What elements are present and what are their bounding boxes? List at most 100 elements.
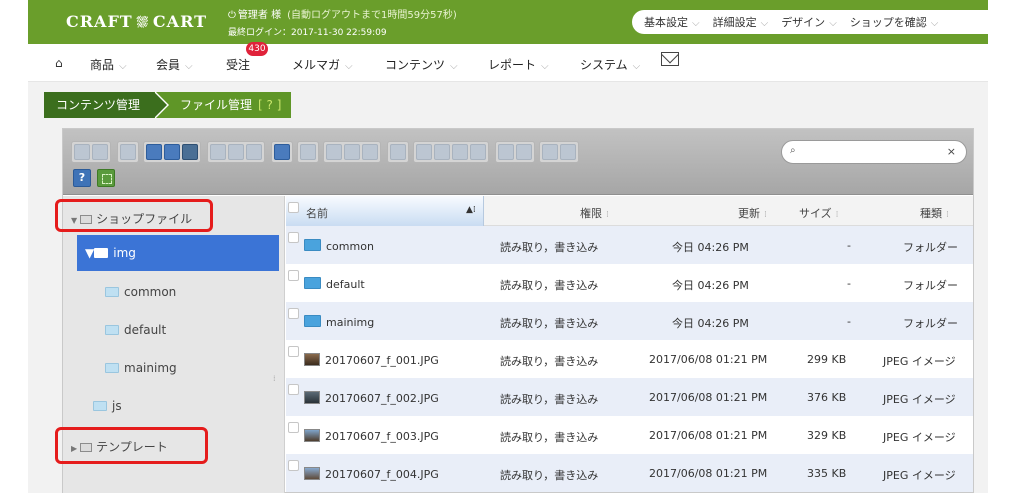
- cut-icon[interactable]: [344, 144, 360, 160]
- new-file-icon[interactable]: [164, 144, 180, 160]
- info-icon[interactable]: [274, 144, 290, 160]
- row-checkbox[interactable]: [288, 270, 299, 281]
- nav-mail-magazine[interactable]: メルマガ ⌵: [292, 56, 353, 73]
- admin-label[interactable]: 管理者 様: [238, 10, 281, 21]
- size-cell: -: [847, 315, 851, 328]
- row-checkbox[interactable]: [288, 346, 299, 357]
- menu-view-shop[interactable]: ショップを確認 ⌵: [850, 14, 939, 30]
- row-checkbox[interactable]: [288, 232, 299, 243]
- table-row[interactable]: 20170607_f_003.JPG 読み取り，書き込み 2017/06/08 …: [286, 416, 973, 454]
- table-row[interactable]: default 読み取り，書き込み 今日 04:26 PM - フォルダー: [286, 264, 973, 302]
- tree-label: js: [112, 399, 122, 413]
- tree-item-js[interactable]: js: [93, 399, 122, 413]
- toolbar-group-duplicate: [387, 141, 409, 163]
- open-icon[interactable]: [210, 144, 226, 160]
- breadcrumb-current-label: ファイル管理: [180, 98, 253, 112]
- help-icon[interactable]: ?: [73, 169, 91, 187]
- nav-products[interactable]: 商品 ⌵: [90, 56, 127, 73]
- power-icon[interactable]: ⏻: [228, 10, 236, 21]
- download-icon[interactable]: [228, 144, 244, 160]
- table-row[interactable]: 20170607_f_002.JPG 読み取り，書き込み 2017/06/08 …: [286, 378, 973, 416]
- table-row[interactable]: mainimg 読み取り，書き込み 今日 04:26 PM - フォルダー: [286, 302, 973, 340]
- breadcrumb-contents-management[interactable]: コンテンツ管理: [44, 91, 170, 119]
- back-icon[interactable]: [74, 144, 90, 160]
- copy-icon[interactable]: [326, 144, 342, 160]
- triangle-down-icon[interactable]: ▼: [85, 246, 94, 260]
- select-all-checkbox[interactable]: [288, 202, 299, 213]
- table-row[interactable]: 20170607_f_004.JPG 読み取り，書き込み 2017/06/08 …: [286, 454, 973, 492]
- updated-cell: 今日 04:26 PM: [672, 279, 749, 292]
- column-header-updated[interactable]: 更新 ⁞: [738, 205, 767, 221]
- updated-cell: 今日 04:26 PM: [672, 241, 749, 254]
- image-thumbnail-icon: [304, 353, 320, 366]
- nav-reports[interactable]: レポート ⌵: [488, 56, 549, 73]
- file-name-cell: 20170607_f_002.JPG: [304, 391, 439, 405]
- chevron-down-icon: ⌵: [119, 61, 127, 72]
- folder-icon: [105, 363, 119, 373]
- column-header-permission[interactable]: 権限 ⁞: [580, 205, 609, 221]
- tree-label: default: [124, 323, 167, 337]
- file-name-cell: common: [304, 239, 374, 253]
- resize-handle-icon[interactable]: ⁞: [273, 374, 276, 383]
- mail-icon[interactable]: [661, 52, 679, 66]
- home-icon[interactable]: ⌂: [55, 56, 63, 70]
- menu-basic-settings[interactable]: 基本設定 ⌵: [644, 14, 700, 30]
- toolbar-group-tools: [413, 141, 489, 163]
- sort-asc-icon[interactable]: ▲⁞: [466, 205, 476, 215]
- list-view-icon[interactable]: [560, 144, 576, 160]
- reload-icon[interactable]: [146, 144, 162, 160]
- search-icon: ⌕: [790, 145, 796, 156]
- compress-icon[interactable]: [516, 144, 532, 160]
- nav-system[interactable]: システム ⌵: [580, 56, 640, 73]
- archive-icon[interactable]: [470, 144, 486, 160]
- tree-item-common[interactable]: common: [105, 285, 176, 299]
- forward-icon[interactable]: [92, 144, 108, 160]
- chevron-down-icon: ⌵: [930, 18, 939, 29]
- rename-icon[interactable]: [416, 144, 432, 160]
- table-row[interactable]: common 読み取り，書き込み 今日 04:26 PM - フォルダー: [286, 226, 973, 264]
- column-header-size[interactable]: サイズ ⁞: [799, 205, 839, 221]
- edit-icon[interactable]: [434, 144, 450, 160]
- kind-cell: JPEG イメージ: [883, 393, 956, 406]
- folder-icon: [94, 248, 109, 258]
- highlight-template: [55, 427, 208, 464]
- breadcrumb: コンテンツ管理 ファイル管理 [ ? ]: [44, 91, 292, 119]
- tree-item-mainimg[interactable]: mainimg: [105, 361, 177, 375]
- kind-cell: フォルダー: [903, 279, 958, 292]
- fullscreen-icon[interactable]: [97, 169, 115, 187]
- tree-item-img[interactable]: ▼ img: [77, 235, 279, 271]
- nav-members[interactable]: 会員 ⌵: [156, 56, 193, 73]
- column-header-kind[interactable]: 種類 ⁞: [920, 205, 949, 221]
- row-checkbox[interactable]: [288, 422, 299, 433]
- craft-cart-logo[interactable]: CRAFT ⛆ CART: [66, 12, 207, 31]
- close-icon[interactable]: ×: [947, 145, 956, 158]
- row-checkbox[interactable]: [288, 460, 299, 471]
- quicklook-icon[interactable]: [300, 144, 316, 160]
- image-thumbnail-icon: [304, 467, 320, 480]
- menu-design[interactable]: デザイン ⌵: [781, 14, 837, 30]
- auto-logout-timer: (自動ログアウトまで1時間59分57秒): [287, 10, 457, 21]
- updated-cell: 2017/06/08 01:21 PM: [649, 353, 768, 366]
- size-cell: 376 KB: [807, 391, 847, 404]
- get-info-icon[interactable]: [246, 144, 262, 160]
- duplicate-icon[interactable]: [390, 144, 406, 160]
- toolbar-row-2: ?: [73, 169, 115, 187]
- row-checkbox[interactable]: [288, 308, 299, 319]
- chevron-down-icon: ⌵: [829, 18, 837, 29]
- paste-icon[interactable]: [362, 144, 378, 160]
- updated-cell: 今日 04:26 PM: [672, 317, 749, 330]
- save-icon[interactable]: [182, 144, 198, 160]
- breadcrumb-help-link[interactable]: [ ? ]: [258, 98, 281, 112]
- nav-contents[interactable]: コンテンツ ⌵: [385, 56, 458, 73]
- menu-detail-settings[interactable]: 詳細設定 ⌵: [713, 14, 769, 30]
- table-row[interactable]: 20170607_f_001.JPG 読み取り，書き込み 2017/06/08 …: [286, 340, 973, 378]
- row-checkbox[interactable]: [288, 384, 299, 395]
- extract-icon[interactable]: [498, 144, 514, 160]
- search-input[interactable]: ⌕ ×: [781, 140, 967, 164]
- column-header-name[interactable]: 名前: [306, 205, 328, 221]
- tree-item-default[interactable]: default: [105, 323, 166, 337]
- home-folder-icon[interactable]: [120, 144, 136, 160]
- resize-icon[interactable]: [452, 144, 468, 160]
- icons-view-icon[interactable]: [542, 144, 558, 160]
- nav-orders[interactable]: 受注: [226, 56, 250, 73]
